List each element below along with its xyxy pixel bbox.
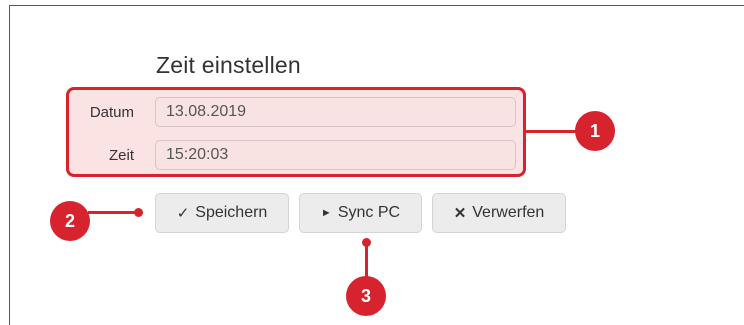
discard-button-label: Verwerfen — [472, 204, 545, 221]
date-field[interactable]: 13.08.2019 — [155, 97, 516, 127]
time-field[interactable]: 15:20:03 — [155, 140, 516, 170]
save-button[interactable]: ✓ Speichern — [155, 193, 289, 233]
date-label: Datum — [89, 104, 134, 121]
callout-2-dot — [134, 208, 143, 217]
check-icon: ✓ — [176, 205, 190, 222]
discard-button[interactable]: ✕ Verwerfen — [432, 193, 566, 233]
dialog-title: Zeit einstellen — [156, 52, 301, 78]
callout-badge-3: 3 — [346, 276, 386, 316]
callout-3-connector — [365, 242, 368, 277]
play-icon: ► — [320, 207, 332, 219]
close-icon: ✕ — [453, 205, 467, 222]
callout-1-connector — [526, 130, 576, 133]
sync-pc-button-label: Sync PC — [337, 204, 401, 221]
time-label: Zeit — [108, 147, 134, 164]
sync-pc-button[interactable]: ► Sync PC — [299, 193, 422, 233]
callout-badge-2: 2 — [50, 201, 90, 241]
save-button-label: Speichern — [195, 204, 268, 221]
callout-badge-1: 1 — [575, 111, 615, 151]
callout-2-connector — [88, 211, 138, 214]
